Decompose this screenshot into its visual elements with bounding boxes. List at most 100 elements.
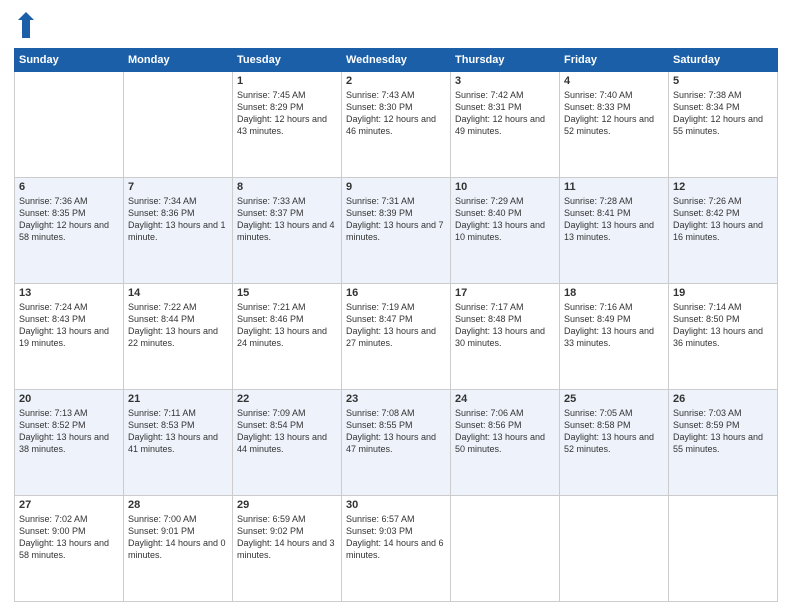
day-number: 6 xyxy=(19,181,119,193)
calendar-cell xyxy=(124,72,233,178)
day-number: 5 xyxy=(673,75,773,87)
calendar-cell: 13 Sunrise: 7:24 AM Sunset: 8:43 PM Dayli… xyxy=(15,284,124,390)
day-info: Sunrise: 7:33 AM Sunset: 8:37 PM Dayligh… xyxy=(237,195,337,244)
day-number: 25 xyxy=(564,393,664,405)
calendar-cell: 9 Sunrise: 7:31 AM Sunset: 8:39 PM Daylig… xyxy=(342,178,451,284)
day-number: 7 xyxy=(128,181,228,193)
day-info: Sunrise: 7:28 AM Sunset: 8:41 PM Dayligh… xyxy=(564,195,664,244)
calendar-cell: 26Sunrise: 7:03 AM Sunset: 8:59 PM Dayli… xyxy=(669,390,778,496)
day-info: Sunrise: 7:36 AM Sunset: 8:35 PM Dayligh… xyxy=(19,195,119,244)
page: SundayMondayTuesdayWednesdayThursdayFrid… xyxy=(0,0,792,612)
calendar-week-5: 27Sunrise: 7:02 AM Sunset: 9:00 PM Dayli… xyxy=(15,496,778,602)
day-number: 18 xyxy=(564,287,664,299)
calendar-header-sunday: Sunday xyxy=(15,49,124,72)
calendar-header-monday: Monday xyxy=(124,49,233,72)
day-number: 1 xyxy=(237,75,337,87)
calendar-cell xyxy=(669,496,778,602)
day-info: Sunrise: 7:42 AM Sunset: 8:31 PM Dayligh… xyxy=(455,89,555,138)
calendar-cell xyxy=(451,496,560,602)
day-number: 12 xyxy=(673,181,773,193)
day-number: 23 xyxy=(346,393,446,405)
calendar-cell: 20 Sunrise: 7:13 AM Sunset: 8:52 PM Dayli… xyxy=(15,390,124,496)
day-number: 9 xyxy=(346,181,446,193)
calendar-cell: 24Sunrise: 7:06 AM Sunset: 8:56 PM Dayli… xyxy=(451,390,560,496)
day-number: 16 xyxy=(346,287,446,299)
day-info: Sunrise: 7:24 AM Sunset: 8:43 PM Dayligh… xyxy=(19,301,119,350)
day-number: 22 xyxy=(237,393,337,405)
calendar-header-thursday: Thursday xyxy=(451,49,560,72)
day-number: 15 xyxy=(237,287,337,299)
calendar-cell: 28Sunrise: 7:00 AM Sunset: 9:01 PM Dayli… xyxy=(124,496,233,602)
logo xyxy=(14,10,36,40)
day-info: Sunrise: 6:57 AM Sunset: 9:03 PM Dayligh… xyxy=(346,513,446,562)
day-info: Sunrise: 7:45 AM Sunset: 8:29 PM Dayligh… xyxy=(237,89,337,138)
calendar-cell: 2 Sunrise: 7:43 AM Sunset: 8:30 PM Daylig… xyxy=(342,72,451,178)
calendar-cell: 7 Sunrise: 7:34 AM Sunset: 8:36 PM Daylig… xyxy=(124,178,233,284)
calendar-cell: 11 Sunrise: 7:28 AM Sunset: 8:41 PM Dayli… xyxy=(560,178,669,284)
calendar-cell: 18 Sunrise: 7:16 AM Sunset: 8:49 PM Dayli… xyxy=(560,284,669,390)
calendar-cell: 14Sunrise: 7:22 AM Sunset: 8:44 PM Dayli… xyxy=(124,284,233,390)
calendar-cell: 17 Sunrise: 7:17 AM Sunset: 8:48 PM Dayli… xyxy=(451,284,560,390)
day-number: 28 xyxy=(128,499,228,511)
day-info: Sunrise: 7:34 AM Sunset: 8:36 PM Dayligh… xyxy=(128,195,228,244)
calendar-week-3: 13 Sunrise: 7:24 AM Sunset: 8:43 PM Dayli… xyxy=(15,284,778,390)
day-info: Sunrise: 7:05 AM Sunset: 8:58 PM Dayligh… xyxy=(564,407,664,456)
calendar-cell: 5 Sunrise: 7:38 AM Sunset: 8:34 PM Daylig… xyxy=(669,72,778,178)
calendar-header-row: SundayMondayTuesdayWednesdayThursdayFrid… xyxy=(15,49,778,72)
calendar-header-saturday: Saturday xyxy=(669,49,778,72)
calendar-cell: 8Sunrise: 7:33 AM Sunset: 8:37 PM Daylig… xyxy=(233,178,342,284)
calendar-week-2: 6 Sunrise: 7:36 AM Sunset: 8:35 PM Daylig… xyxy=(15,178,778,284)
day-number: 11 xyxy=(564,181,664,193)
calendar-cell: 16Sunrise: 7:19 AM Sunset: 8:47 PM Dayli… xyxy=(342,284,451,390)
day-number: 26 xyxy=(673,393,773,405)
day-number: 13 xyxy=(19,287,119,299)
day-info: Sunrise: 7:38 AM Sunset: 8:34 PM Dayligh… xyxy=(673,89,773,138)
calendar-cell: 6 Sunrise: 7:36 AM Sunset: 8:35 PM Daylig… xyxy=(15,178,124,284)
day-number: 14 xyxy=(128,287,228,299)
day-number: 20 xyxy=(19,393,119,405)
day-number: 27 xyxy=(19,499,119,511)
day-info: Sunrise: 7:17 AM Sunset: 8:48 PM Dayligh… xyxy=(455,301,555,350)
calendar-cell: 12 Sunrise: 7:26 AM Sunset: 8:42 PM Dayli… xyxy=(669,178,778,284)
day-info: Sunrise: 7:08 AM Sunset: 8:55 PM Dayligh… xyxy=(346,407,446,456)
day-number: 4 xyxy=(564,75,664,87)
logo-icon xyxy=(16,10,36,40)
calendar-cell: 19 Sunrise: 7:14 AM Sunset: 8:50 PM Dayli… xyxy=(669,284,778,390)
day-info: Sunrise: 7:26 AM Sunset: 8:42 PM Dayligh… xyxy=(673,195,773,244)
day-number: 30 xyxy=(346,499,446,511)
day-number: 19 xyxy=(673,287,773,299)
day-info: Sunrise: 7:16 AM Sunset: 8:49 PM Dayligh… xyxy=(564,301,664,350)
calendar-cell: 29Sunrise: 6:59 AM Sunset: 9:02 PM Dayli… xyxy=(233,496,342,602)
header xyxy=(14,10,778,40)
day-info: Sunrise: 7:21 AM Sunset: 8:46 PM Dayligh… xyxy=(237,301,337,350)
day-number: 21 xyxy=(128,393,228,405)
calendar-header-wednesday: Wednesday xyxy=(342,49,451,72)
day-number: 2 xyxy=(346,75,446,87)
day-info: Sunrise: 7:31 AM Sunset: 8:39 PM Dayligh… xyxy=(346,195,446,244)
calendar-week-4: 20 Sunrise: 7:13 AM Sunset: 8:52 PM Dayli… xyxy=(15,390,778,496)
calendar-cell: 3Sunrise: 7:42 AM Sunset: 8:31 PM Daylig… xyxy=(451,72,560,178)
day-info: Sunrise: 7:09 AM Sunset: 8:54 PM Dayligh… xyxy=(237,407,337,456)
day-number: 24 xyxy=(455,393,555,405)
calendar-cell: 25 Sunrise: 7:05 AM Sunset: 8:58 PM Dayli… xyxy=(560,390,669,496)
day-info: Sunrise: 7:29 AM Sunset: 8:40 PM Dayligh… xyxy=(455,195,555,244)
calendar-header-friday: Friday xyxy=(560,49,669,72)
calendar-cell: 27Sunrise: 7:02 AM Sunset: 9:00 PM Dayli… xyxy=(15,496,124,602)
calendar-cell xyxy=(15,72,124,178)
calendar-cell: 10 Sunrise: 7:29 AM Sunset: 8:40 PM Dayli… xyxy=(451,178,560,284)
day-number: 10 xyxy=(455,181,555,193)
day-info: Sunrise: 7:40 AM Sunset: 8:33 PM Dayligh… xyxy=(564,89,664,138)
calendar-cell: 30 Sunrise: 6:57 AM Sunset: 9:03 PM Dayli… xyxy=(342,496,451,602)
calendar-cell: 23 Sunrise: 7:08 AM Sunset: 8:55 PM Dayli… xyxy=(342,390,451,496)
calendar-cell: 21 Sunrise: 7:11 AM Sunset: 8:53 PM Dayli… xyxy=(124,390,233,496)
day-info: Sunrise: 7:43 AM Sunset: 8:30 PM Dayligh… xyxy=(346,89,446,138)
calendar-cell: 4 Sunrise: 7:40 AM Sunset: 8:33 PM Daylig… xyxy=(560,72,669,178)
calendar-table: SundayMondayTuesdayWednesdayThursdayFrid… xyxy=(14,48,778,602)
day-number: 17 xyxy=(455,287,555,299)
day-info: Sunrise: 7:14 AM Sunset: 8:50 PM Dayligh… xyxy=(673,301,773,350)
calendar-cell: 15 Sunrise: 7:21 AM Sunset: 8:46 PM Dayli… xyxy=(233,284,342,390)
calendar-cell xyxy=(560,496,669,602)
day-info: Sunrise: 7:13 AM Sunset: 8:52 PM Dayligh… xyxy=(19,407,119,456)
day-info: Sunrise: 7:11 AM Sunset: 8:53 PM Dayligh… xyxy=(128,407,228,456)
day-info: Sunrise: 6:59 AM Sunset: 9:02 PM Dayligh… xyxy=(237,513,337,562)
